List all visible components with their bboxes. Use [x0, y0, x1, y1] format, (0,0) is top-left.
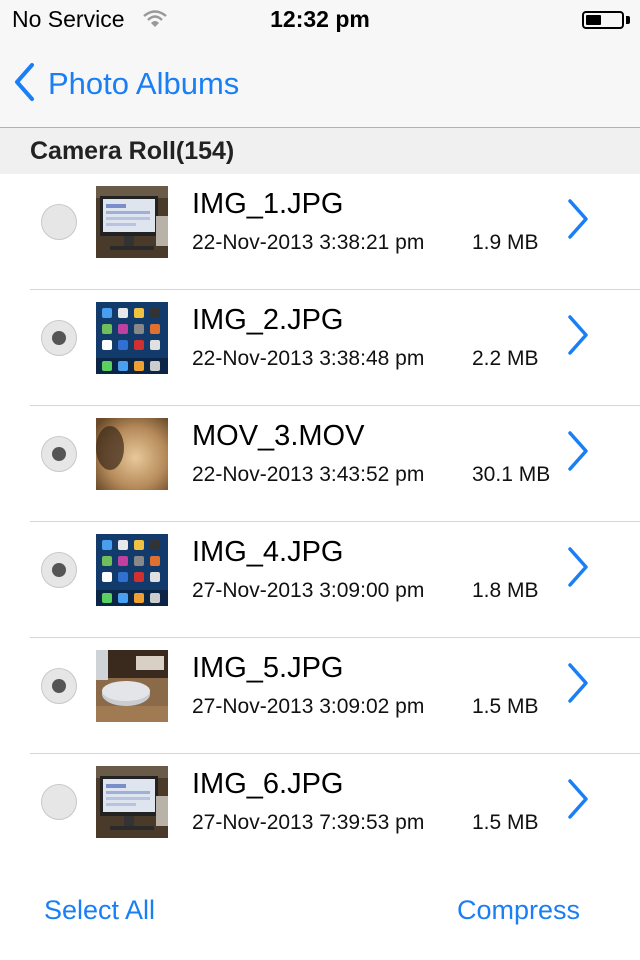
photo-thumbnail — [96, 302, 168, 374]
select-all-button[interactable]: Select All — [44, 895, 155, 926]
status-bar: No Service 12:32 pm — [0, 0, 640, 40]
file-date: 22-Nov-2013 3:43:52 pm — [192, 463, 425, 486]
chevron-right-icon[interactable] — [566, 314, 590, 361]
select-radio[interactable] — [41, 436, 77, 472]
file-date: 27-Nov-2013 3:09:00 pm — [192, 579, 425, 602]
photo-thumbnail — [96, 534, 168, 606]
chevron-left-icon — [12, 62, 36, 107]
photo-thumbnail — [96, 650, 168, 722]
photo-thumbnail — [96, 186, 168, 258]
back-button-label: Photo Albums — [48, 66, 240, 101]
battery-icon — [582, 11, 624, 29]
chevron-right-icon[interactable] — [566, 778, 590, 825]
chevron-right-icon[interactable] — [566, 430, 590, 477]
status-clock: 12:32 pm — [270, 6, 370, 32]
compress-button[interactable]: Compress — [457, 895, 580, 926]
navigation-bar: Photo Albums — [0, 40, 640, 128]
file-size: 1.8 MB — [472, 579, 539, 602]
file-name: IMG_1.JPG — [192, 188, 344, 220]
select-radio[interactable] — [41, 784, 77, 820]
select-radio[interactable] — [41, 320, 77, 356]
select-radio[interactable] — [41, 204, 77, 240]
chevron-right-icon[interactable] — [566, 546, 590, 593]
chevron-right-icon[interactable] — [566, 662, 590, 709]
file-name: IMG_4.JPG — [192, 536, 344, 568]
file-row[interactable]: IMG_6.JPG 27-Nov-2013 7:39:53 pm 1.5 MB — [30, 754, 640, 869]
file-date: 27-Nov-2013 3:09:02 pm — [192, 695, 425, 718]
file-name: IMG_2.JPG — [192, 304, 344, 336]
battery-tip — [626, 16, 630, 24]
chevron-right-icon[interactable] — [566, 198, 590, 245]
back-button[interactable]: Photo Albums — [12, 62, 239, 106]
photo-thumbnail — [96, 766, 168, 838]
file-size: 1.5 MB — [472, 811, 539, 834]
file-date: 22-Nov-2013 3:38:48 pm — [192, 347, 425, 370]
file-row[interactable]: IMG_1.JPG 22-Nov-2013 3:38:21 pm 1.9 MB — [30, 174, 640, 290]
file-size: 30.1 MB — [472, 463, 551, 486]
file-date: 27-Nov-2013 7:39:53 pm — [192, 811, 425, 834]
section-header: Camera Roll(154) — [0, 128, 640, 174]
file-size: 1.9 MB — [472, 231, 539, 254]
bottom-toolbar: Select All Compress — [0, 880, 640, 960]
file-row[interactable]: MOV_3.MOV 22-Nov-2013 3:43:52 pm 30.1 MB — [30, 406, 640, 522]
file-size: 2.2 MB — [472, 347, 539, 370]
select-radio[interactable] — [41, 668, 77, 704]
file-list: IMG_1.JPG 22-Nov-2013 3:38:21 pm 1.9 MB … — [0, 174, 640, 869]
file-name: IMG_6.JPG — [192, 768, 344, 800]
select-radio[interactable] — [41, 552, 77, 588]
battery-level — [586, 15, 602, 25]
file-date: 22-Nov-2013 3:38:21 pm — [192, 231, 425, 254]
video-thumbnail — [96, 418, 168, 490]
file-name: IMG_5.JPG — [192, 652, 344, 684]
file-row[interactable]: IMG_4.JPG 27-Nov-2013 3:09:00 pm 1.8 MB — [30, 522, 640, 638]
file-size: 1.5 MB — [472, 695, 539, 718]
file-row[interactable]: IMG_5.JPG 27-Nov-2013 3:09:02 pm 1.5 MB — [30, 638, 640, 754]
album-title: Camera Roll(154) — [30, 137, 235, 165]
file-row[interactable]: IMG_2.JPG 22-Nov-2013 3:38:48 pm 2.2 MB — [30, 290, 640, 406]
file-name: MOV_3.MOV — [192, 420, 365, 452]
